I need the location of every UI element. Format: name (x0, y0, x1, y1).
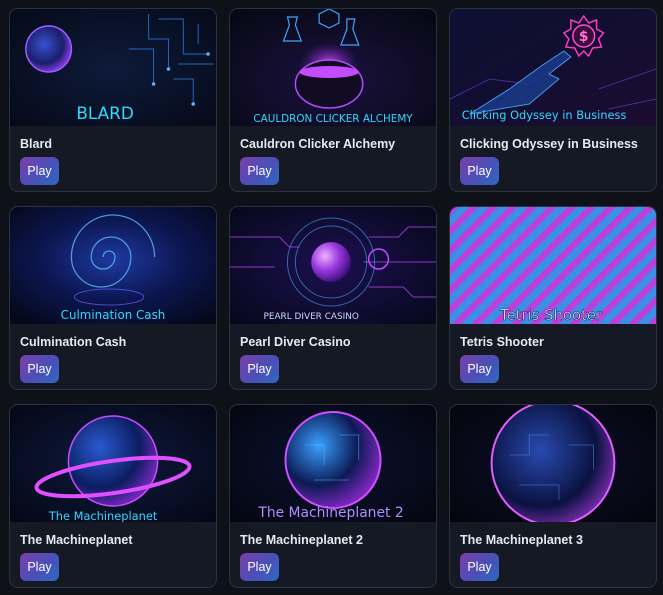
game-thumbnail[interactable]: Tetris Shooter (450, 207, 656, 324)
game-thumbnail[interactable]: The Machineplanet 2 (230, 405, 436, 522)
play-button[interactable]: Play (240, 553, 279, 581)
game-thumbnail[interactable]: The Machineplanet (10, 405, 216, 522)
svg-text:$: $ (579, 29, 589, 45)
game-card: Tetris Shooter Tetris Shooter Play (449, 206, 657, 390)
game-thumbnail[interactable]: $ Clicking Odyssey in Business (450, 9, 656, 126)
thumbnail-title: PEARL DIVER CASINO (263, 312, 358, 322)
game-title: The Machineplanet 3 (460, 533, 583, 547)
thumbnail-title: The Machineplanet 2 (257, 505, 403, 521)
thumbnail-title: Clicking Odyssey in Business (462, 108, 627, 122)
game-card: BLARD Blard Play (9, 8, 217, 192)
play-button[interactable]: Play (20, 157, 59, 185)
game-thumbnail[interactable]: PEARL DIVER CASINO (230, 207, 436, 324)
play-button[interactable]: Play (460, 355, 499, 383)
thumbnail-title: The Machineplanet (48, 509, 158, 522)
game-title: Tetris Shooter (460, 335, 544, 349)
game-title: Pearl Diver Casino (240, 335, 351, 349)
game-card: The Machineplanet The Machineplanet Play (9, 404, 217, 588)
game-card: CAULDRON CLICKER ALCHEMY Cauldron Clicke… (229, 8, 437, 192)
game-title: Culmination Cash (20, 335, 127, 349)
game-title: The Machineplanet (20, 533, 133, 547)
play-button[interactable]: Play (20, 553, 59, 581)
game-title: Clicking Odyssey in Business (460, 137, 638, 151)
game-thumbnail[interactable]: Culmination Cash (10, 207, 216, 324)
game-title: Blard (20, 137, 52, 151)
game-card: $ Clicking Odyssey in Business Clicking … (449, 8, 657, 192)
game-title: Cauldron Clicker Alchemy (240, 137, 396, 151)
play-button[interactable]: Play (460, 157, 499, 185)
game-thumbnail[interactable]: BLARD (10, 9, 216, 126)
thumbnail-title: Tetris Shooter (499, 306, 603, 324)
game-grid: BLARD Blard Play CAULDRON CLICKER ALCHEM… (9, 8, 657, 588)
play-button[interactable]: Play (240, 157, 279, 185)
game-card: PEARL DIVER CASINO Pearl Diver Casino Pl… (229, 206, 437, 390)
thumbnail-title: Culmination Cash (61, 308, 166, 322)
game-thumbnail[interactable] (450, 405, 656, 522)
play-button[interactable]: Play (240, 355, 279, 383)
game-card: The Machineplanet 2 The Machineplanet 2 … (229, 404, 437, 588)
game-title: The Machineplanet 2 (240, 533, 363, 547)
game-card: The Machineplanet 3 Play (449, 404, 657, 588)
game-thumbnail[interactable]: CAULDRON CLICKER ALCHEMY (230, 9, 436, 126)
play-button[interactable]: Play (20, 355, 59, 383)
thumbnail-title: BLARD (76, 103, 133, 123)
play-button[interactable]: Play (460, 553, 499, 581)
thumbnail-title: CAULDRON CLICKER ALCHEMY (253, 113, 413, 125)
game-card: Culmination Cash Culmination Cash Play (9, 206, 217, 390)
